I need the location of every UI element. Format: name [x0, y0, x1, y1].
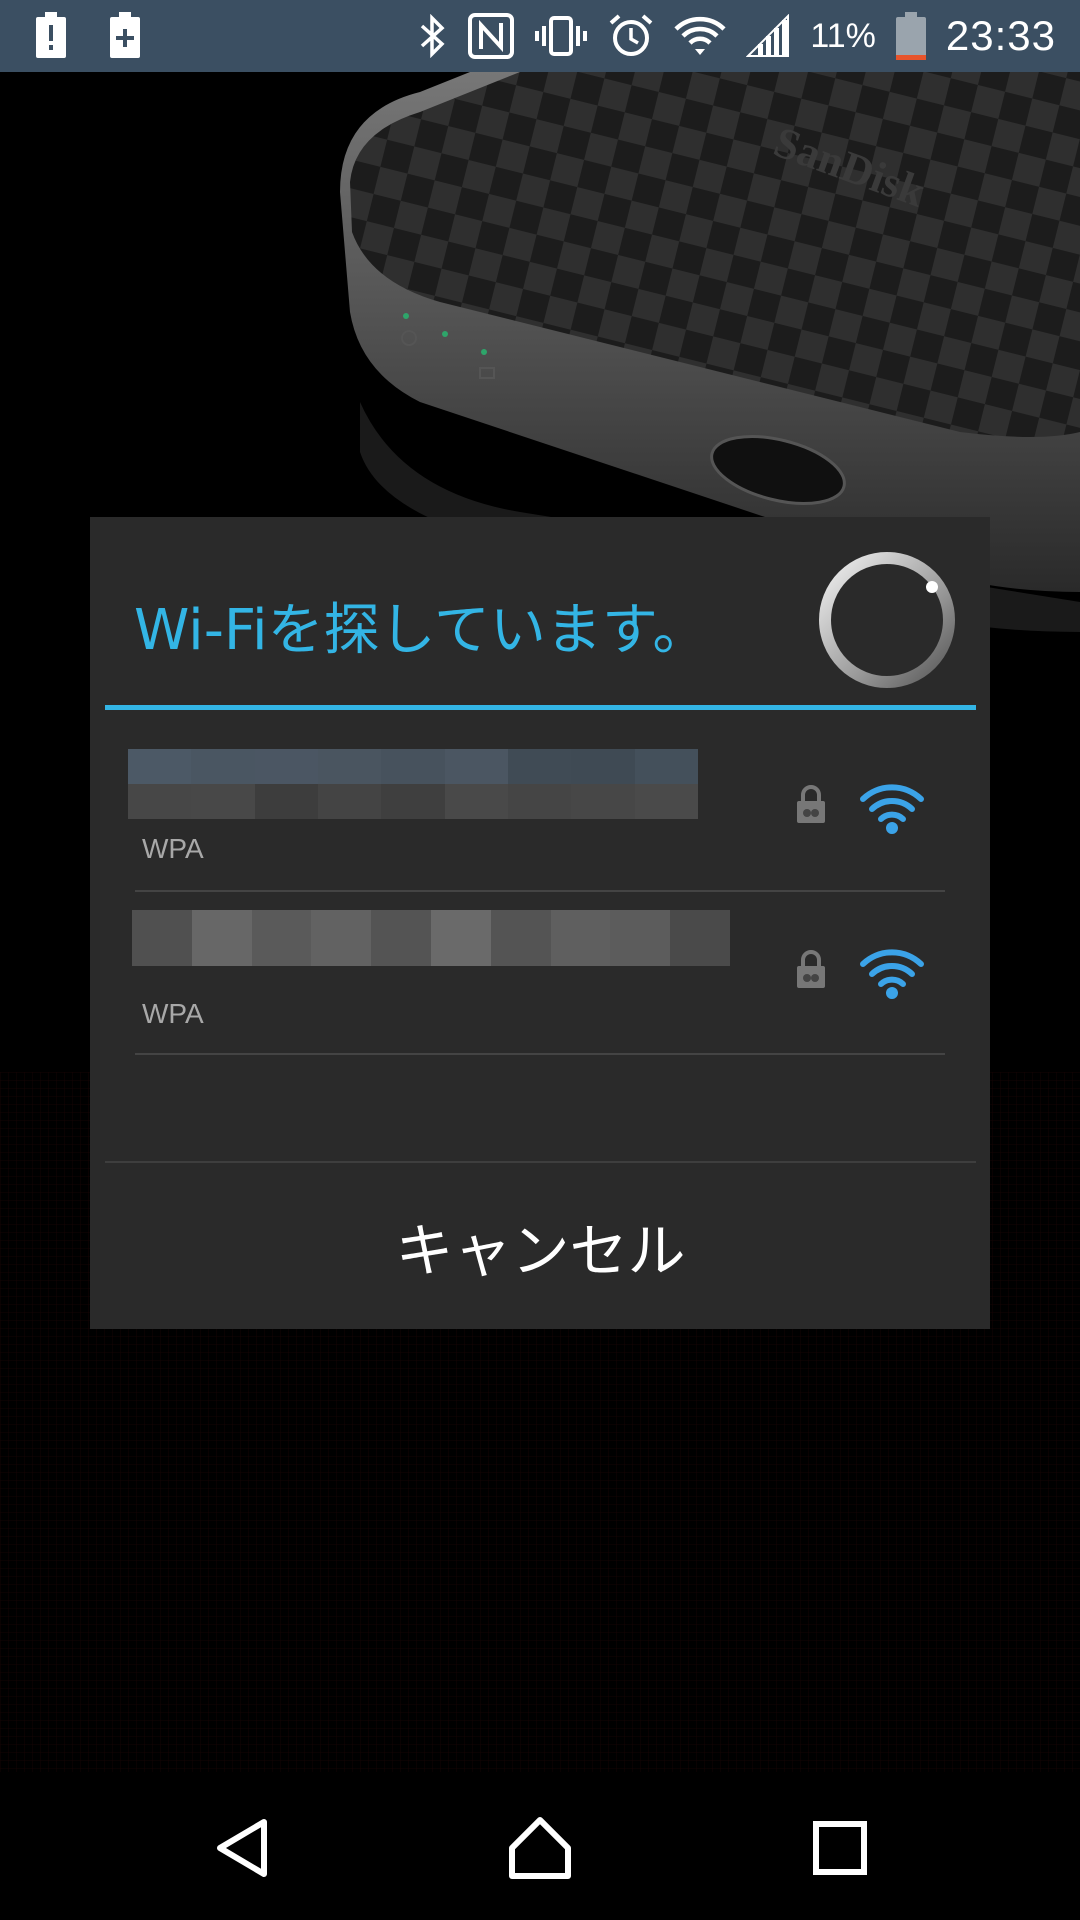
dialog-title: Wi-Fiを探しています。 [134, 598, 709, 663]
navigation-bar [0, 1776, 1080, 1920]
title-divider [105, 705, 976, 710]
back-icon[interactable] [206, 1812, 278, 1884]
row-divider [135, 1053, 945, 1055]
wifi-signal-full-icon [860, 948, 924, 1004]
wifi-icon [674, 15, 726, 57]
bluetooth-icon [418, 14, 448, 58]
battery-percent: 11% [810, 16, 876, 55]
cell-signal-icon [746, 14, 790, 58]
cancel-button[interactable]: キャンセル [105, 1163, 976, 1329]
network-security-label: WPA [142, 998, 204, 1029]
network-ssid-obscured [128, 749, 698, 819]
clock: 23:33 [945, 12, 1056, 59]
status-bar: 11% 23:33 [0, 0, 1080, 72]
home-icon[interactable] [504, 1812, 576, 1884]
network-item-1[interactable]: WPA [90, 729, 990, 892]
lock-icon [795, 950, 827, 994]
battery-alert-icon [36, 12, 66, 58]
battery-icon [895, 12, 926, 60]
recents-icon[interactable] [804, 1812, 876, 1884]
network-security-label: WPA [142, 833, 204, 864]
vibrate-icon [534, 14, 588, 58]
network-item-2[interactable]: WPA [90, 892, 990, 1055]
alarm-icon [608, 13, 654, 59]
loading-spinner-icon [814, 547, 960, 693]
wifi-search-dialog: Wi-Fiを探しています。 WPA WPA キャンセル [90, 517, 990, 1329]
network-ssid-obscured [132, 910, 730, 966]
nfc-icon [468, 13, 515, 59]
lock-icon [795, 785, 827, 829]
battery-plus-icon [110, 12, 140, 58]
wifi-signal-full-icon [860, 783, 924, 839]
